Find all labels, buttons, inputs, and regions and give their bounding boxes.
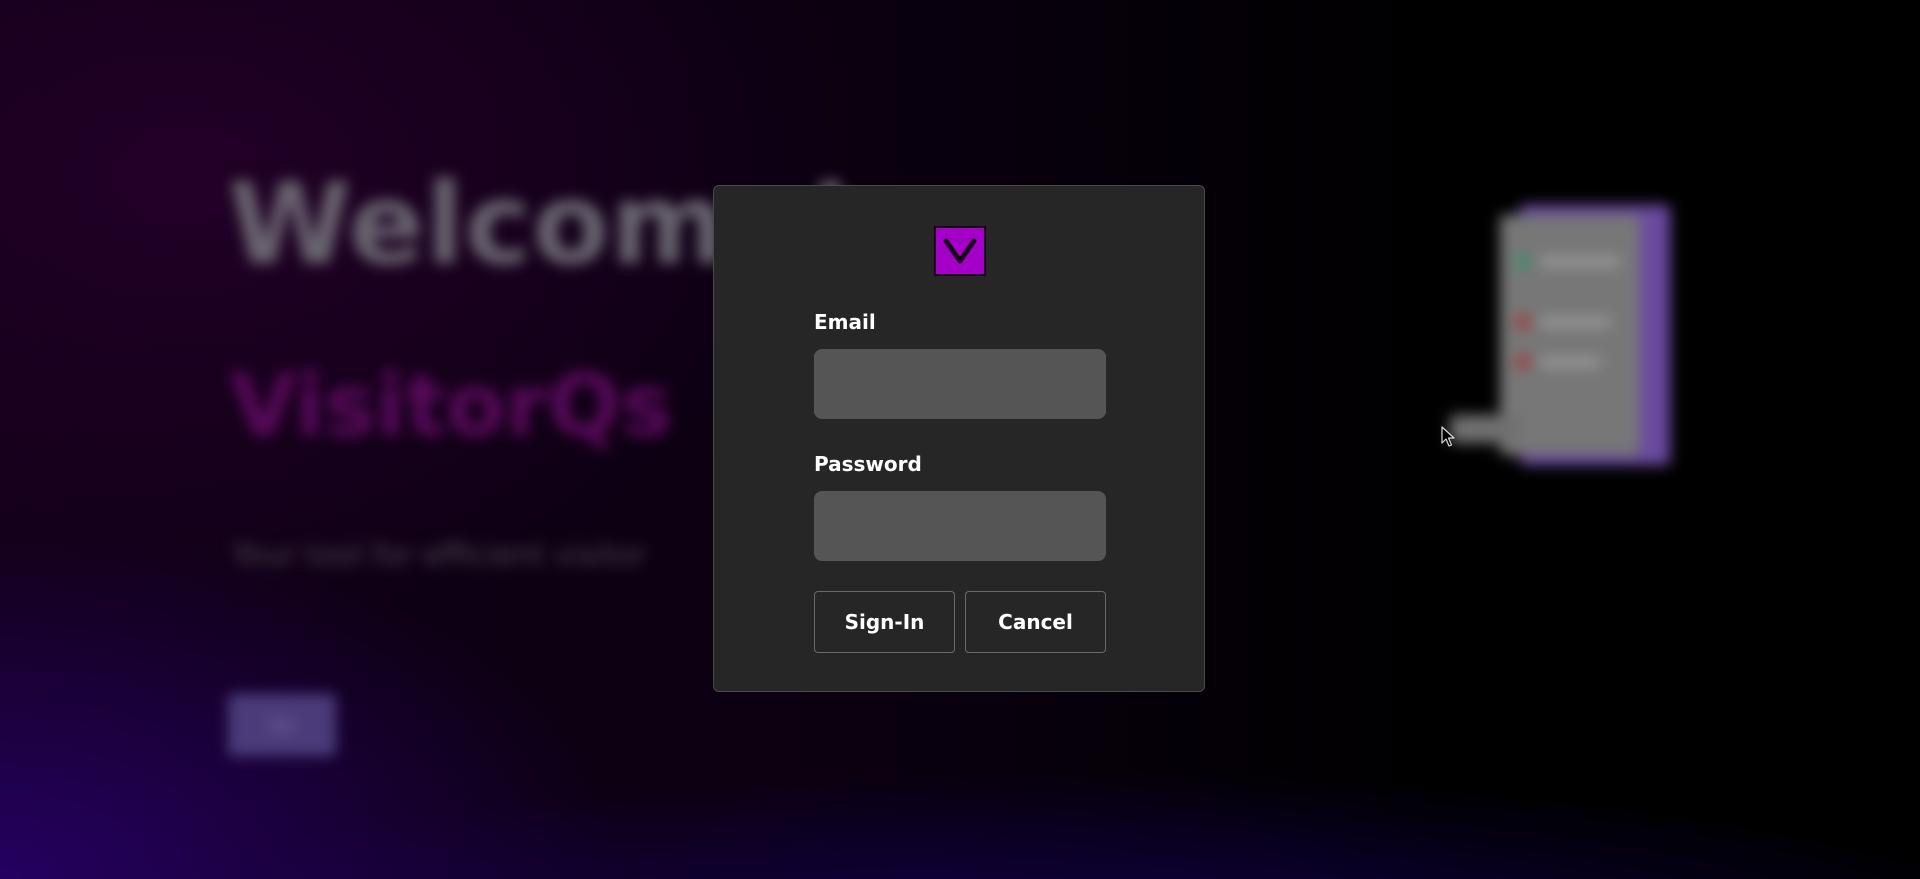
password-field[interactable] [814,491,1106,561]
illustration-row [1540,317,1610,327]
mouse-pointer-icon [1441,426,1457,448]
background-cta-button: Go [228,694,336,756]
illustration-row [1540,257,1620,267]
login-modal: Email Password Sign-In Cancel [713,185,1205,692]
illustration-tab [1450,415,1520,443]
background-illustration [1450,205,1690,475]
sign-in-button[interactable]: Sign-In [814,591,955,653]
email-field[interactable] [814,349,1106,419]
illustration-sheet [1500,215,1640,455]
v-logo-icon [934,226,986,276]
background-tagline: Your tool for efficient visitor [232,538,647,573]
illustration-back-sheet [1520,205,1670,465]
background-brand-name: VisitorQs [230,356,673,456]
illustration-red-dot [1516,315,1530,329]
illustration-green-dot [1516,255,1530,269]
cancel-button[interactable]: Cancel [965,591,1106,653]
illustration-red-dot [1516,355,1530,369]
email-label: Email [814,310,876,334]
illustration-row [1540,357,1600,367]
password-label: Password [814,452,922,476]
